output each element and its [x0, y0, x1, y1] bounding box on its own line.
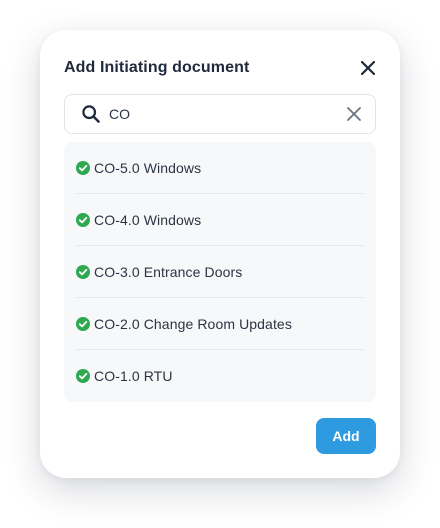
search-box[interactable] — [64, 94, 376, 134]
list-item-label: CO-1.0 RTU — [94, 368, 173, 384]
list-item-label: CO-4.0 Windows — [94, 211, 202, 228]
list-item-label: CO-3.0 Entrance Doors — [94, 263, 243, 280]
list-item[interactable]: CO-2.0 Change Room Updates — [76, 298, 364, 350]
list-item-label: CO-2.0 Change Room Updates — [94, 315, 292, 332]
clear-icon — [347, 107, 361, 121]
close-icon — [360, 60, 376, 76]
close-button[interactable] — [356, 56, 380, 80]
clear-search-button[interactable] — [343, 103, 365, 125]
check-circle-icon — [76, 212, 90, 227]
list-item[interactable]: CO-1.0 RTU — [76, 350, 364, 402]
search-icon — [81, 104, 101, 124]
dialog-title: Add Initiating document — [64, 59, 250, 76]
add-initiating-document-dialog: Add Initiating document CO CO-5.0 Window… — [40, 30, 400, 478]
list-item[interactable]: CO-5.0 Windows — [76, 142, 364, 194]
list-item[interactable]: CO-4.0 Windows — [76, 194, 364, 246]
results-list: CO-5.0 Windows CO-4.0 Windows CO-3.0 Ent… — [64, 142, 376, 402]
check-circle-icon — [76, 316, 90, 331]
check-circle-icon — [76, 160, 90, 175]
dialog-header: Add Initiating document — [64, 54, 376, 82]
check-circle-icon — [76, 264, 90, 279]
add-button[interactable]: Add — [316, 418, 376, 454]
check-circle-icon — [76, 369, 90, 383]
list-item[interactable]: CO-3.0 Entrance Doors — [76, 246, 364, 298]
page-backdrop: Add Initiating document CO CO-5.0 Window… — [0, 0, 440, 528]
search-input[interactable] — [109, 102, 343, 126]
list-item-label: CO-5.0 Windows — [94, 159, 202, 176]
